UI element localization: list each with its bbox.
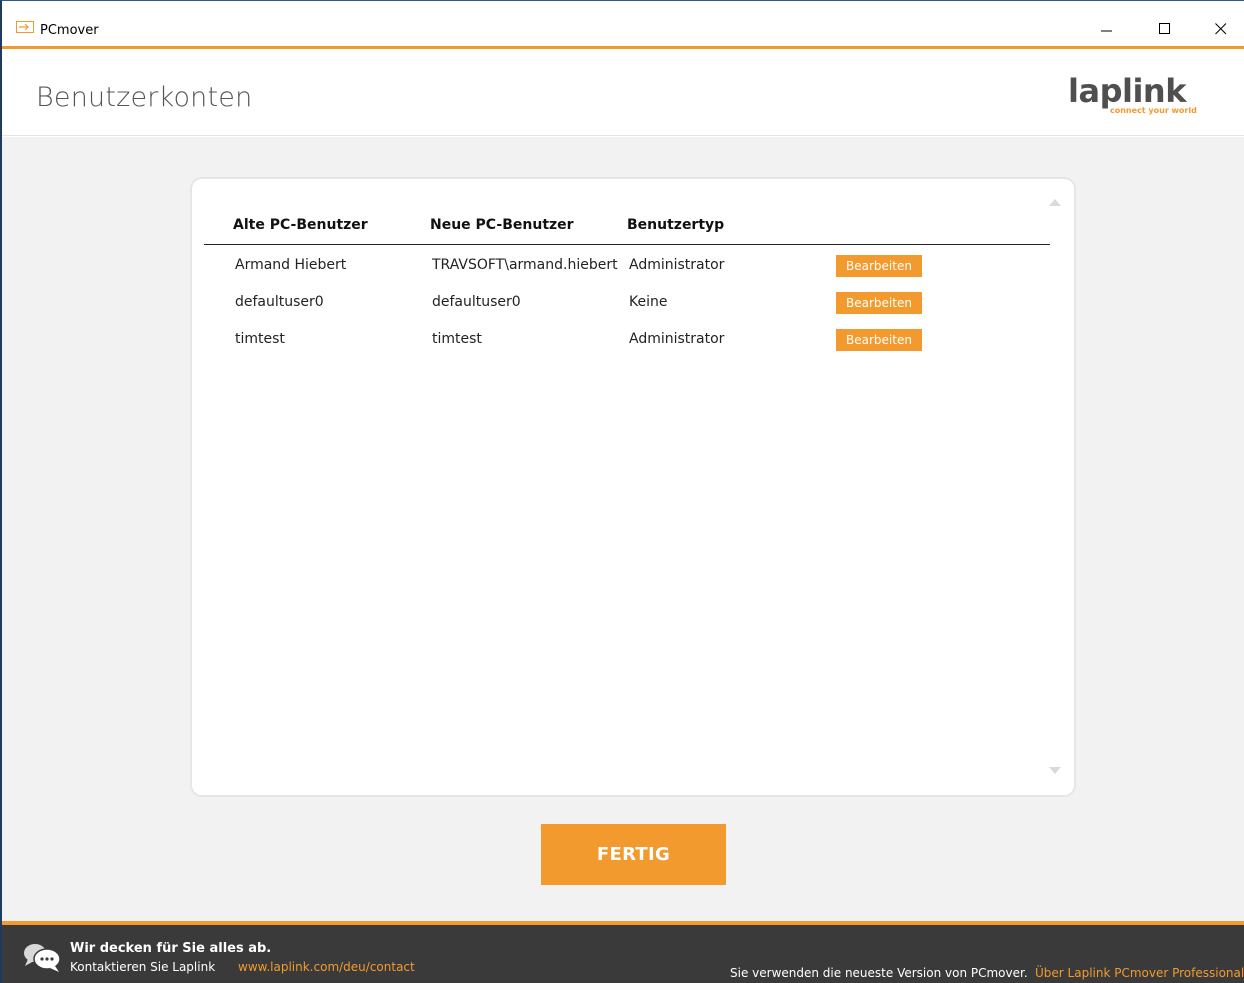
- user-type-cell: Administrator: [629, 257, 725, 273]
- new-user-cell: defaultuser0: [432, 294, 521, 310]
- arrow-into-box-icon: [16, 21, 34, 33]
- maximize-button[interactable]: [1142, 11, 1188, 47]
- window-title: PCmover: [40, 23, 99, 38]
- triangle-up-icon: [1049, 198, 1061, 206]
- version-status: Sie verwenden die neueste Version von PC…: [730, 966, 1028, 980]
- column-user-type: Benutzertyp: [627, 217, 725, 233]
- chat-bubbles-icon: [24, 944, 61, 972]
- page-header: Benutzerkonten laplink connect your worl…: [2, 52, 1244, 136]
- close-button[interactable]: [1198, 11, 1244, 47]
- footer-bar: Wir decken für Sie alles ab. Kontaktiere…: [2, 921, 1244, 983]
- new-user-cell: timtest: [432, 331, 482, 347]
- column-old-users: Alte PC-Benutzer: [233, 217, 368, 233]
- edit-button[interactable]: Bearbeiten: [836, 329, 922, 351]
- minimize-button[interactable]: [1084, 11, 1130, 47]
- app-window: PCmover Benutzerkonten laplink connect y…: [0, 0, 1244, 983]
- logo-tagline: connect your world: [1110, 106, 1197, 115]
- done-button[interactable]: FERTIG: [541, 824, 726, 885]
- new-user-cell: TRAVSOFT\armand.hiebert: [432, 257, 618, 273]
- logo-text: laplink: [1068, 72, 1186, 110]
- content-area: Alte PC-Benutzer Neue PC-Benutzer Benutz…: [2, 137, 1244, 921]
- user-type-cell: Keine: [629, 294, 668, 310]
- close-icon: [1215, 23, 1227, 35]
- footer-tagline: Wir decken für Sie alles ab.: [70, 941, 272, 956]
- scroll-down-button[interactable]: [1048, 765, 1062, 775]
- page-title: Benutzerkonten: [36, 82, 253, 113]
- title-bar: PCmover: [2, 1, 1244, 49]
- column-new-users: Neue PC-Benutzer: [430, 217, 574, 233]
- edit-button[interactable]: Bearbeiten: [836, 292, 922, 314]
- table-row: timtest timtest Administrator Bearbeiten: [204, 325, 1050, 355]
- laplink-logo: laplink connect your world: [1068, 72, 1208, 120]
- contact-label: Kontaktieren Sie Laplink: [70, 960, 216, 974]
- old-user-cell: Armand Hiebert: [235, 257, 347, 273]
- triangle-down-icon: [1049, 766, 1061, 774]
- table-header: Alte PC-Benutzer Neue PC-Benutzer Benutz…: [204, 215, 1050, 245]
- old-user-cell: timtest: [235, 331, 285, 347]
- scroll-up-button[interactable]: [1048, 197, 1062, 207]
- table-row: Armand Hiebert TRAVSOFT\armand.hiebert A…: [204, 251, 1050, 281]
- table-row: defaultuser0 defaultuser0 Keine Bearbeit…: [204, 288, 1050, 318]
- maximize-icon: [1159, 23, 1170, 34]
- minimize-icon: [1101, 30, 1112, 32]
- edit-button[interactable]: Bearbeiten: [836, 255, 922, 277]
- contact-link[interactable]: www.laplink.com/deu/contact: [238, 960, 415, 974]
- user-type-cell: Administrator: [629, 331, 725, 347]
- old-user-cell: defaultuser0: [235, 294, 324, 310]
- about-link[interactable]: Über Laplink PCmover Professional: [1035, 966, 1244, 980]
- user-accounts-panel: Alte PC-Benutzer Neue PC-Benutzer Benutz…: [190, 177, 1076, 797]
